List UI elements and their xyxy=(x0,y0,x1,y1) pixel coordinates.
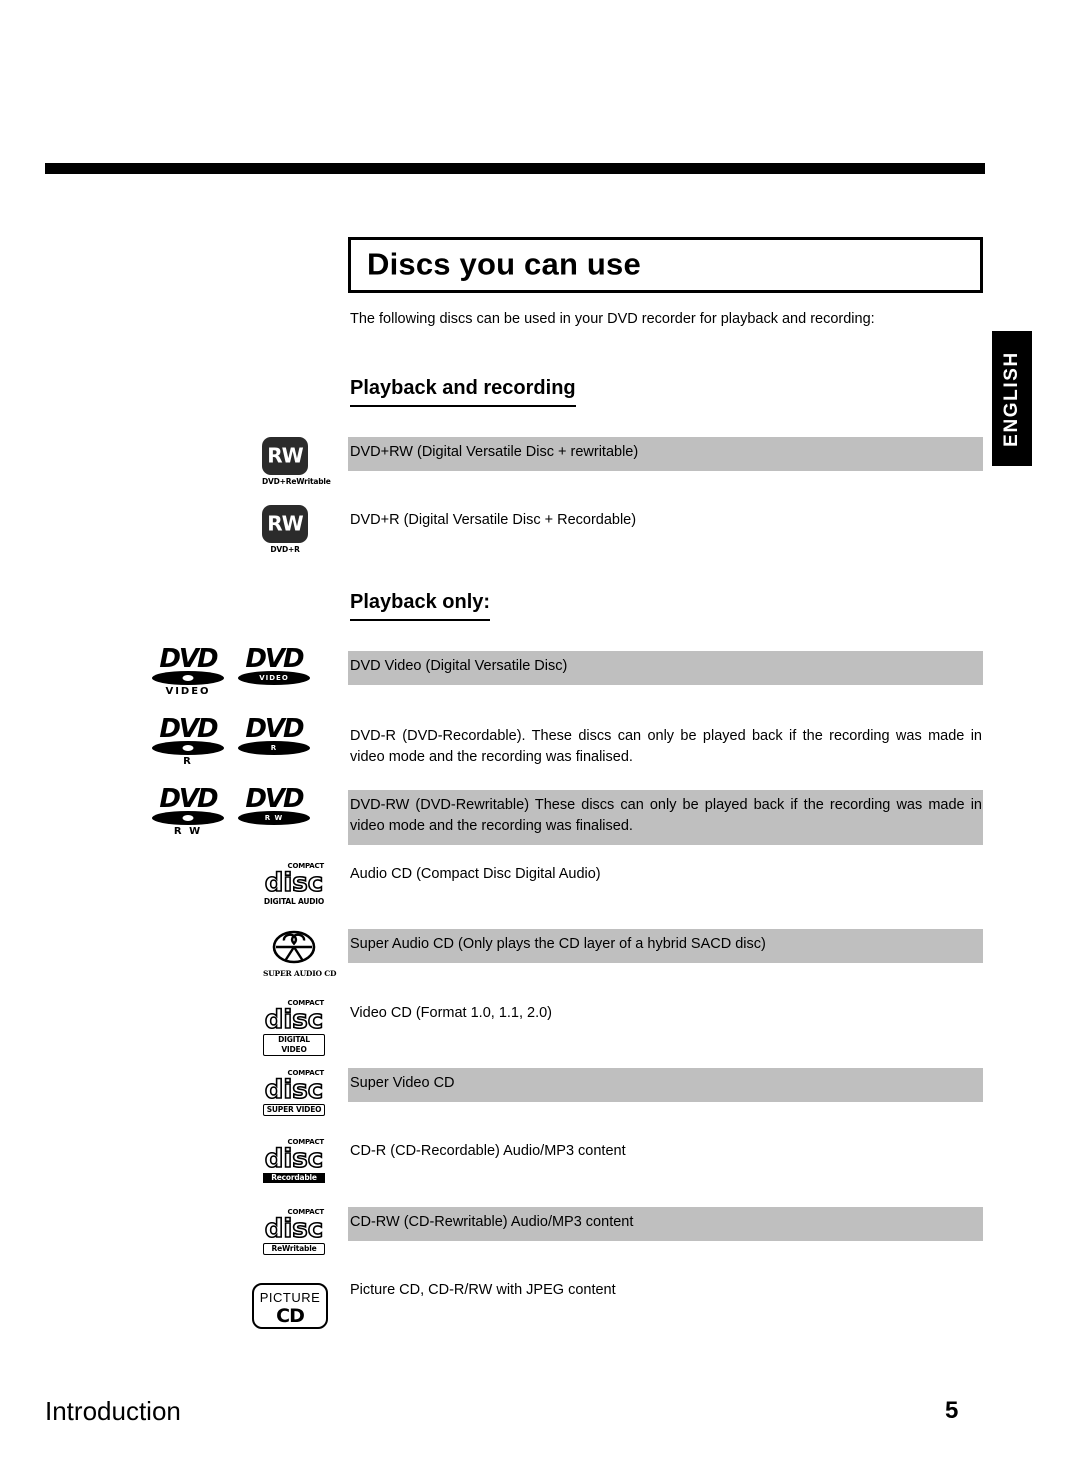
disc-row-text: DVD-R (DVD-Recordable). These discs can … xyxy=(350,728,982,765)
compact-disc-bottom-label: DIGITAL VIDEO xyxy=(263,1034,325,1056)
disc-logo-super-audio-cd: SUPER AUDIO CD xyxy=(263,928,337,978)
disc-logo-picture-cd: PICTURE CD xyxy=(252,1283,328,1329)
disc-logo-audio-cd: COMPACT disc DIGITAL AUDIO xyxy=(263,862,325,907)
dvd-oval-label: VIDEO xyxy=(259,674,289,682)
section-heading-playback-only: Playback only: xyxy=(350,591,491,621)
disc-row-text: CD-R (CD-Recordable) Audio/MP3 content xyxy=(350,1143,626,1159)
rw-caption: DVD+R xyxy=(270,545,300,554)
compact-disc-icon: COMPACT disc ReWritable xyxy=(263,1208,325,1255)
dvd-oval-hole xyxy=(182,745,194,751)
dvd-wordmark: DVD xyxy=(159,784,218,814)
dvd-oval: VIDEO xyxy=(238,671,310,685)
compact-disc-wordmark: disc xyxy=(264,1144,324,1174)
picture-cd-line1: PICTURE xyxy=(259,1290,321,1305)
disc-row-text: Picture CD, CD-R/RW with JPEG content xyxy=(350,1282,616,1298)
dvd-sublabel: VIDEO xyxy=(165,686,211,697)
rw-mark: RW xyxy=(267,443,303,468)
header-rule xyxy=(45,163,985,174)
picture-cd-line2: CD xyxy=(276,1305,305,1327)
dvd-oval-label: R W xyxy=(264,814,284,822)
rw-mark: RW xyxy=(267,511,303,536)
dvd-oval xyxy=(152,671,224,685)
disc-row-text: Super Audio CD (Only plays the CD layer … xyxy=(350,936,766,952)
disc-logo-video-cd: COMPACT disc DIGITAL VIDEO xyxy=(263,999,325,1056)
dvd-logo-classic: DVD R xyxy=(152,714,224,767)
language-tab: ENGLISH xyxy=(992,331,1032,466)
compact-disc-bottom-label: SUPER VIDEO xyxy=(263,1104,325,1116)
rw-caption: DVD+ReWritable xyxy=(262,477,331,486)
section-heading-playback-recording: Playback and recording xyxy=(350,377,576,407)
disc-logo-cd-rw: COMPACT disc ReWritable xyxy=(263,1208,325,1255)
manual-page: ENGLISH Discs you can use The following … xyxy=(0,0,1080,1473)
sacd-caption: SUPER AUDIO CD xyxy=(263,969,337,978)
dvd-oval: R W xyxy=(238,811,310,825)
super-audio-cd-icon: SUPER AUDIO CD xyxy=(263,928,337,978)
compact-disc-wordmark: disc xyxy=(264,1005,324,1035)
compact-disc-bottom-label: ReWritable xyxy=(263,1243,325,1255)
sacd-emblem xyxy=(272,928,316,968)
disc-logo-dvd-rw: DVD R W DVD R W xyxy=(152,784,310,837)
compact-disc-wordmark: disc xyxy=(264,1214,324,1244)
disc-logo-dvd-plus-r: RW DVD+R xyxy=(262,505,308,554)
dvd-wordmark: DVD xyxy=(245,714,304,744)
compact-disc-bottom-label: DIGITAL AUDIO xyxy=(263,897,325,906)
footer-page-number: 5 xyxy=(945,1397,959,1424)
dvd-sublabel: R xyxy=(183,756,193,767)
dvd-wordmark: DVD xyxy=(159,714,218,744)
dvd-wordmark: DVD xyxy=(159,644,218,674)
compact-disc-wordmark: disc xyxy=(264,868,324,898)
dvd-logo-inset: DVD R xyxy=(238,714,310,767)
disc-logo-dvd-plus-rw: RW DVD+ReWritable xyxy=(262,437,331,486)
compact-disc-icon: COMPACT disc DIGITAL VIDEO xyxy=(263,999,325,1056)
compact-disc-wordmark: disc xyxy=(264,1075,324,1105)
disc-row-text: DVD Video (Digital Versatile Disc) xyxy=(350,658,568,674)
disc-logo-dvd-video: DVD VIDEO DVD VIDEO xyxy=(152,644,310,697)
compact-disc-icon: COMPACT disc Recordable xyxy=(263,1138,325,1183)
compact-disc-icon: COMPACT disc SUPER VIDEO xyxy=(263,1069,325,1116)
disc-logo-super-video-cd: COMPACT disc SUPER VIDEO xyxy=(263,1069,325,1116)
dvd-logo-inset: DVD VIDEO xyxy=(238,644,310,697)
dvd-wordmark: DVD xyxy=(245,644,304,674)
page-title-box: Discs you can use xyxy=(348,237,983,293)
compact-disc-bottom-label: Recordable xyxy=(263,1173,325,1183)
rw-block-icon: RW xyxy=(262,505,308,543)
dvd-oval xyxy=(152,811,224,825)
dvd-oval-hole xyxy=(182,675,194,681)
picture-cd-icon: PICTURE CD xyxy=(252,1283,328,1329)
dvd-oval-hole xyxy=(182,815,194,821)
rw-block-icon: RW xyxy=(262,437,308,475)
page-title: Discs you can use xyxy=(367,246,641,282)
dvd-logo-classic: DVD R W xyxy=(152,784,224,837)
disc-logo-dvd-r: DVD R DVD R xyxy=(152,714,310,767)
disc-row-text: CD-RW (CD-Rewritable) Audio/MP3 content xyxy=(350,1214,634,1230)
disc-row-text: Audio CD (Compact Disc Digital Audio) xyxy=(350,866,601,882)
dvd-logo-pair: DVD VIDEO DVD VIDEO xyxy=(152,644,310,697)
disc-row-text: Super Video CD xyxy=(350,1075,455,1091)
compact-disc-icon: COMPACT disc DIGITAL AUDIO xyxy=(263,862,325,907)
disc-row-text: DVD+R (Digital Versatile Disc + Recordab… xyxy=(350,512,637,528)
dvd-sublabel: R W xyxy=(173,826,203,837)
footer-section-name: Introduction xyxy=(45,1396,181,1426)
dvd-logo-pair: DVD R W DVD R W xyxy=(152,784,310,837)
dvd-logo-classic: DVD VIDEO xyxy=(152,644,224,697)
disc-row-text: Video CD (Format 1.0, 1.1, 2.0) xyxy=(350,1005,553,1021)
dvd-oval-label: R xyxy=(270,744,278,752)
disc-logo-cd-r: COMPACT disc Recordable xyxy=(263,1138,325,1183)
disc-row-text: DVD+RW (Digital Versatile Disc + rewrita… xyxy=(350,444,639,460)
disc-row-text: DVD-RW (DVD-Rewritable) These discs can … xyxy=(350,797,982,834)
dvd-logo-inset: DVD R W xyxy=(238,784,310,837)
language-tab-label: ENGLISH xyxy=(1001,350,1022,447)
dvd-oval: R xyxy=(238,741,310,755)
dvd-wordmark: DVD xyxy=(245,784,304,814)
intro-paragraph: The following discs can be used in your … xyxy=(350,311,875,327)
dvd-oval xyxy=(152,741,224,755)
dvd-logo-pair: DVD R DVD R xyxy=(152,714,310,767)
